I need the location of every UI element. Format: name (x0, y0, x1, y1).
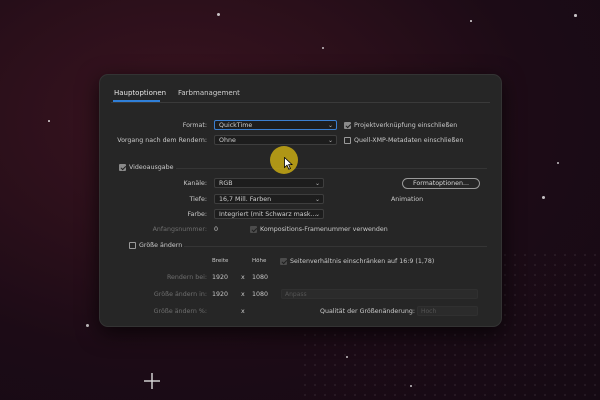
format-dropdown[interactable]: QuickTime ⌄ (214, 120, 337, 130)
resize-to-label: Größe ändern in: (153, 291, 207, 298)
post-render-label: Vorgang nach dem Rendern: (117, 137, 207, 144)
post-render-value: Ohne (219, 137, 236, 144)
section-divider (184, 246, 487, 247)
section-divider (176, 168, 487, 169)
include-project-link-label: Projektverknüpfung einschließen (354, 122, 458, 129)
resize-to-x: x (241, 291, 245, 298)
include-xmp-label: Quell-XMP-Metadaten einschließen (354, 137, 464, 144)
video-output-label: Videoausgabe (129, 164, 174, 171)
chevron-down-icon: ⌄ (327, 122, 333, 129)
resize-quality-label: Qualität der Größenänderung: (320, 308, 415, 315)
star-dot (557, 162, 559, 164)
chevron-down-icon: ⌄ (327, 137, 333, 144)
aspect-lock-label: Seitenverhältnis einschränken auf 16:9 (… (290, 258, 435, 265)
channels-dropdown[interactable]: RGB ⌄ (214, 178, 324, 188)
resize-percent-x: x (241, 308, 245, 315)
tab-color-management[interactable]: Farbmanagement (178, 89, 240, 97)
star-dot (470, 20, 472, 22)
star-dot (217, 13, 220, 16)
chevron-down-icon: ⌄ (314, 196, 320, 203)
star-dot (574, 14, 577, 17)
resize-percent-label: Größe ändern %: (153, 308, 207, 315)
depth-dropdown[interactable]: 16,7 Mill. Farben ⌄ (214, 194, 324, 204)
star-dot (86, 324, 89, 327)
aspect-lock-checkbox[interactable] (280, 258, 287, 265)
chevron-down-icon: ⌄ (314, 211, 320, 218)
color-dropdown[interactable]: Integriert (mit Schwarz mask... ⌄ (214, 209, 324, 219)
comp-frame-number-label: Kompositions-Framenummer verwenden (260, 226, 388, 233)
star-dot (322, 47, 324, 49)
channels-value: RGB (219, 180, 233, 187)
output-module-settings-dialog: Hauptoptionen Farbmanagement Format: Qui… (99, 74, 502, 327)
resize-label: Größe ändern (139, 242, 183, 249)
post-render-dropdown[interactable]: Ohne ⌄ (214, 135, 337, 145)
rendering-at-height: 1080 (252, 274, 269, 281)
rendering-at-x: x (241, 274, 245, 281)
include-xmp-checkbox[interactable] (344, 137, 351, 144)
tabs-divider (111, 102, 490, 103)
star-dot (346, 356, 348, 358)
depth-value: 16,7 Mill. Farben (219, 196, 272, 203)
resize-quality-dropdown[interactable]: Hoch (417, 306, 478, 316)
star-dot (48, 120, 50, 122)
crosshair-icon (144, 373, 160, 389)
format-label: Format: (182, 122, 207, 129)
format-value: QuickTime (219, 122, 253, 129)
resize-checkbox[interactable] (129, 242, 136, 249)
star-dot (410, 385, 412, 387)
channels-label: Kanäle: (183, 180, 207, 187)
tab-main-options[interactable]: Hauptoptionen (114, 89, 166, 97)
comp-frame-number-checkbox[interactable] (250, 226, 257, 233)
rendering-at-width: 1920 (212, 274, 229, 281)
resize-preset-dropdown[interactable]: Anpass (281, 289, 478, 299)
video-output-checkbox[interactable] (119, 164, 126, 171)
start-number-label: Anfangsnummer: (152, 226, 207, 233)
start-number-value[interactable]: 0 (214, 226, 218, 233)
star-dot (542, 196, 545, 199)
mouse-pointer-icon (284, 157, 293, 170)
rendering-at-label: Rendern bei: (166, 274, 207, 281)
format-options-button[interactable]: Formatoptionen... (402, 178, 480, 189)
height-header: Höhe (252, 258, 267, 264)
color-value: Integriert (mit Schwarz mask... (219, 211, 317, 218)
resize-to-height[interactable]: 1080 (252, 291, 268, 298)
include-project-link-checkbox[interactable] (344, 122, 351, 129)
chevron-down-icon: ⌄ (314, 180, 320, 187)
color-label: Farbe: (187, 211, 207, 218)
depth-label: Tiefe: (189, 196, 208, 203)
codec-label: Animation (391, 196, 424, 203)
resize-to-width[interactable]: 1920 (212, 291, 228, 298)
width-header: Breite (212, 258, 229, 264)
